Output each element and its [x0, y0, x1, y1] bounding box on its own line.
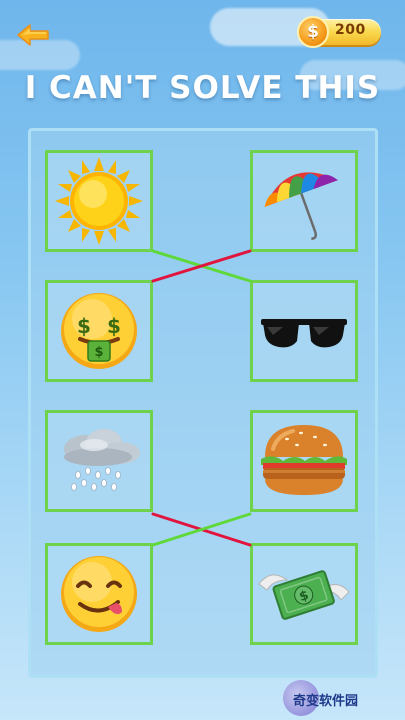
tile-rain-cloud[interactable] [45, 410, 153, 512]
svg-text:$: $ [94, 345, 103, 360]
back-button[interactable] [14, 20, 54, 50]
svg-text:$: $ [107, 314, 121, 338]
back-arrow-icon [17, 24, 49, 46]
tile-money-mouth-face[interactable]: $ $ $ [45, 280, 153, 382]
flying-money-icon: $ [258, 570, 350, 620]
tile-flying-money[interactable]: $ [250, 543, 358, 645]
coin-count: 200 [335, 22, 366, 38]
tile-rainbow-umbrella[interactable] [250, 150, 358, 252]
rain-cloud-icon [64, 429, 140, 491]
coin-counter: $ 200 [297, 16, 381, 48]
watermark-text: 奇变软件园 [293, 694, 359, 709]
hamburger-icon [261, 425, 347, 495]
svg-text:$: $ [77, 314, 91, 338]
tile-sunglasses[interactable] [250, 280, 358, 382]
money-mouth-face-icon: $ $ $ [61, 293, 137, 369]
sun-icon [55, 157, 143, 245]
savoring-face-icon [61, 556, 137, 632]
rainbow-umbrella-icon [264, 172, 338, 241]
level-title: I CAN'T SOLVE THIS [24, 70, 381, 106]
coin-icon: $ [297, 16, 329, 48]
tile-savoring-face[interactable] [45, 543, 153, 645]
sunglasses-icon [261, 319, 347, 348]
tile-sun[interactable] [45, 150, 153, 252]
watermark: 奇变软件园 [281, 680, 399, 716]
tile-hamburger[interactable] [250, 410, 358, 512]
